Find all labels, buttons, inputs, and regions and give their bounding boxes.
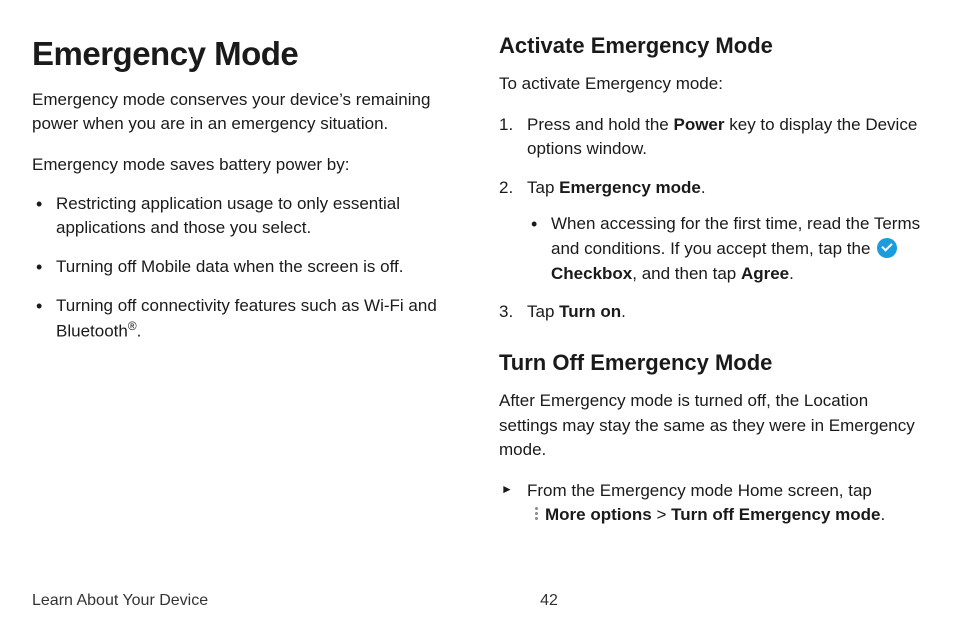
turnoff-heading: Turn Off Emergency Mode (499, 347, 922, 379)
footer-page-number: 42 (540, 589, 558, 612)
agree-label: Agree (741, 264, 789, 283)
lead-paragraph: Emergency mode saves battery power by: (32, 153, 455, 178)
sub-bullet-text: When accessing for the first time, read … (551, 214, 920, 258)
step-item: Press and hold the Power key to display … (499, 113, 922, 162)
arrow-item: From the Emergency mode Home screen, tap… (499, 479, 922, 528)
feature-bullets: Restricting application usage to only es… (32, 192, 455, 345)
sub-bullet-text: , and then tap (632, 264, 741, 283)
left-column: Emergency Mode Emergency mode conserves … (32, 30, 455, 542)
step-sub-bullets: When accessing for the first time, read … (527, 212, 922, 286)
page-columns: Emergency Mode Emergency mode conserves … (32, 30, 922, 542)
step-item: Tap Turn on. (499, 300, 922, 325)
step-text: . (621, 302, 626, 321)
more-options-icon (531, 505, 543, 523)
page-title: Emergency Mode (32, 30, 455, 78)
checkbox-icon (877, 238, 897, 258)
intro-paragraph: Emergency mode conserves your device’s r… (32, 88, 455, 137)
bullet-text: Turning off connectivity features such a… (56, 296, 437, 341)
emergency-mode-label: Emergency mode (559, 178, 701, 197)
power-key-label: Power (673, 115, 724, 134)
turn-off-label: Turn off Emergency mode (671, 505, 880, 524)
step-item: Tap Emergency mode. When accessing for t… (499, 176, 922, 287)
registered-mark: ® (128, 319, 137, 333)
right-column: Activate Emergency Mode To activate Emer… (499, 30, 922, 542)
step-text: Tap (527, 302, 559, 321)
activate-lead: To activate Emergency mode: (499, 72, 922, 97)
turnoff-steps: From the Emergency mode Home screen, tap… (499, 479, 922, 528)
bullet-period: . (137, 322, 142, 341)
bullet-item: Restricting application usage to only es… (32, 192, 455, 241)
activate-steps: Press and hold the Power key to display … (499, 113, 922, 325)
sub-bullet-item: When accessing for the first time, read … (527, 212, 922, 286)
step-text: Press and hold the (527, 115, 673, 134)
turn-on-label: Turn on (559, 302, 621, 321)
bullet-item: Turning off connectivity features such a… (32, 294, 455, 345)
arrow-text: From the Emergency mode Home screen, tap (527, 481, 872, 500)
breadcrumb-separator: > (652, 505, 671, 524)
checkbox-label: Checkbox (551, 264, 632, 283)
footer-section: Learn About Your Device (32, 589, 208, 612)
step-text: Tap (527, 178, 559, 197)
sub-bullet-text: . (789, 264, 794, 283)
activate-heading: Activate Emergency Mode (499, 30, 922, 62)
page-footer: Learn About Your Device 42 (32, 589, 922, 612)
bullet-item: Turning off Mobile data when the screen … (32, 255, 455, 280)
more-options-label: More options (545, 505, 652, 524)
arrow-text: . (880, 505, 885, 524)
step-text: . (701, 178, 706, 197)
turnoff-lead: After Emergency mode is turned off, the … (499, 389, 922, 463)
